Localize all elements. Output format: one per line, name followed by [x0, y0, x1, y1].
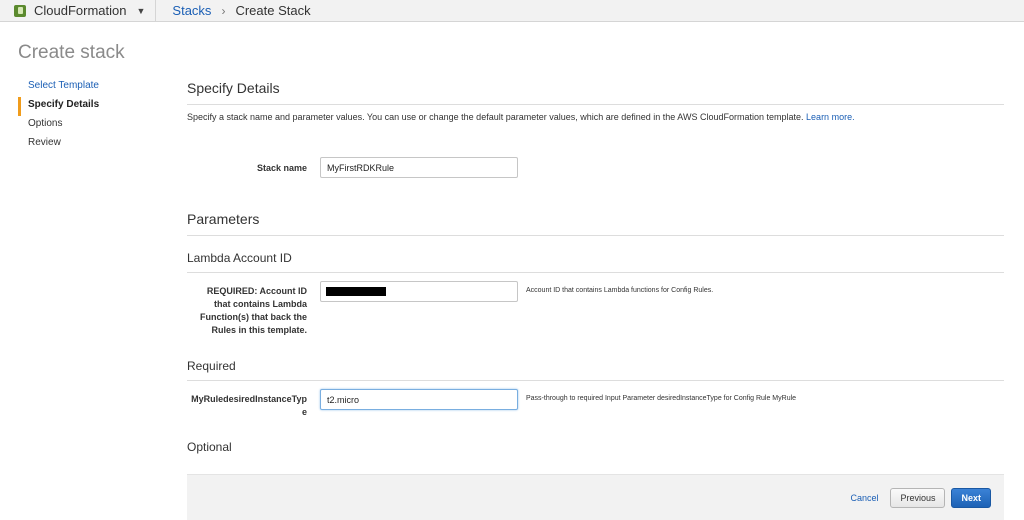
cancel-link[interactable]: Cancel — [850, 493, 878, 503]
lambda-account-id-heading: Lambda Account ID — [187, 251, 1004, 273]
stack-name-row: Stack name — [187, 157, 518, 178]
stack-name-input[interactable] — [320, 157, 518, 178]
breadcrumb-separator-icon: › — [221, 3, 226, 18]
optional-heading[interactable]: Optional — [187, 440, 1004, 461]
instance-type-hint: Pass-through to required Input Parameter… — [526, 395, 797, 402]
instance-type-input[interactable] — [320, 389, 518, 410]
breadcrumb-stacks[interactable]: Stacks — [172, 3, 211, 18]
instance-type-label: MyRuledesiredInstanceTyp e — [187, 389, 307, 419]
wizard-footer: Cancel Previous Next — [187, 474, 1004, 520]
page-title: Create stack — [18, 42, 125, 63]
chevron-down-icon: ▼ — [136, 5, 146, 16]
step-select-template[interactable]: Select Template — [18, 78, 158, 97]
step-review: Review — [28, 137, 61, 148]
label-line: that contains Lambda — [213, 299, 307, 309]
lambda-account-hint: Account ID that contains Lambda function… — [526, 287, 714, 294]
lambda-account-label: REQUIRED: Account ID that contains Lambd… — [187, 281, 307, 337]
redaction-bar — [326, 287, 386, 296]
cloudformation-icon — [14, 4, 26, 17]
label-line: Function(s) that back the — [199, 312, 307, 322]
top-nav: CloudFormation ▼ Stacks › Create Stack — [0, 0, 1024, 22]
specify-details-description: Specify a stack name and parameter value… — [187, 112, 1004, 122]
previous-button[interactable]: Previous — [890, 487, 946, 508]
parameters-heading: Parameters — [187, 211, 1004, 236]
service-name: CloudFormation — [34, 3, 127, 18]
lambda-account-row: REQUIRED: Account ID that contains Lambd… — [187, 281, 713, 337]
description-text: Specify a stack name and parameter value… — [187, 112, 804, 122]
next-button[interactable]: Next — [951, 487, 991, 508]
service-menu[interactable]: CloudFormation ▼ — [0, 0, 157, 22]
lambda-account-input-wrap — [320, 281, 518, 302]
required-heading: Required — [187, 359, 1004, 381]
specify-details-heading: Specify Details — [187, 80, 1004, 105]
label-line: e — [301, 407, 307, 417]
learn-more-link[interactable]: Learn more. — [806, 112, 855, 122]
breadcrumb-create-stack: Create Stack — [235, 3, 311, 18]
step-options: Options — [28, 118, 63, 129]
label-line: MyRuledesiredInstanceTyp — [191, 394, 307, 404]
step-specify-details: Specify Details — [18, 97, 158, 116]
breadcrumb: Stacks › Create Stack — [156, 3, 310, 18]
instance-type-row: MyRuledesiredInstanceTyp e Pass-through … — [187, 389, 796, 419]
label-line: REQUIRED: Account ID — [206, 286, 307, 296]
label-line: Rules in this template. — [211, 325, 307, 335]
stack-name-label: Stack name — [256, 163, 307, 173]
wizard-steps: Select Template Specify Details Options … — [18, 78, 158, 154]
